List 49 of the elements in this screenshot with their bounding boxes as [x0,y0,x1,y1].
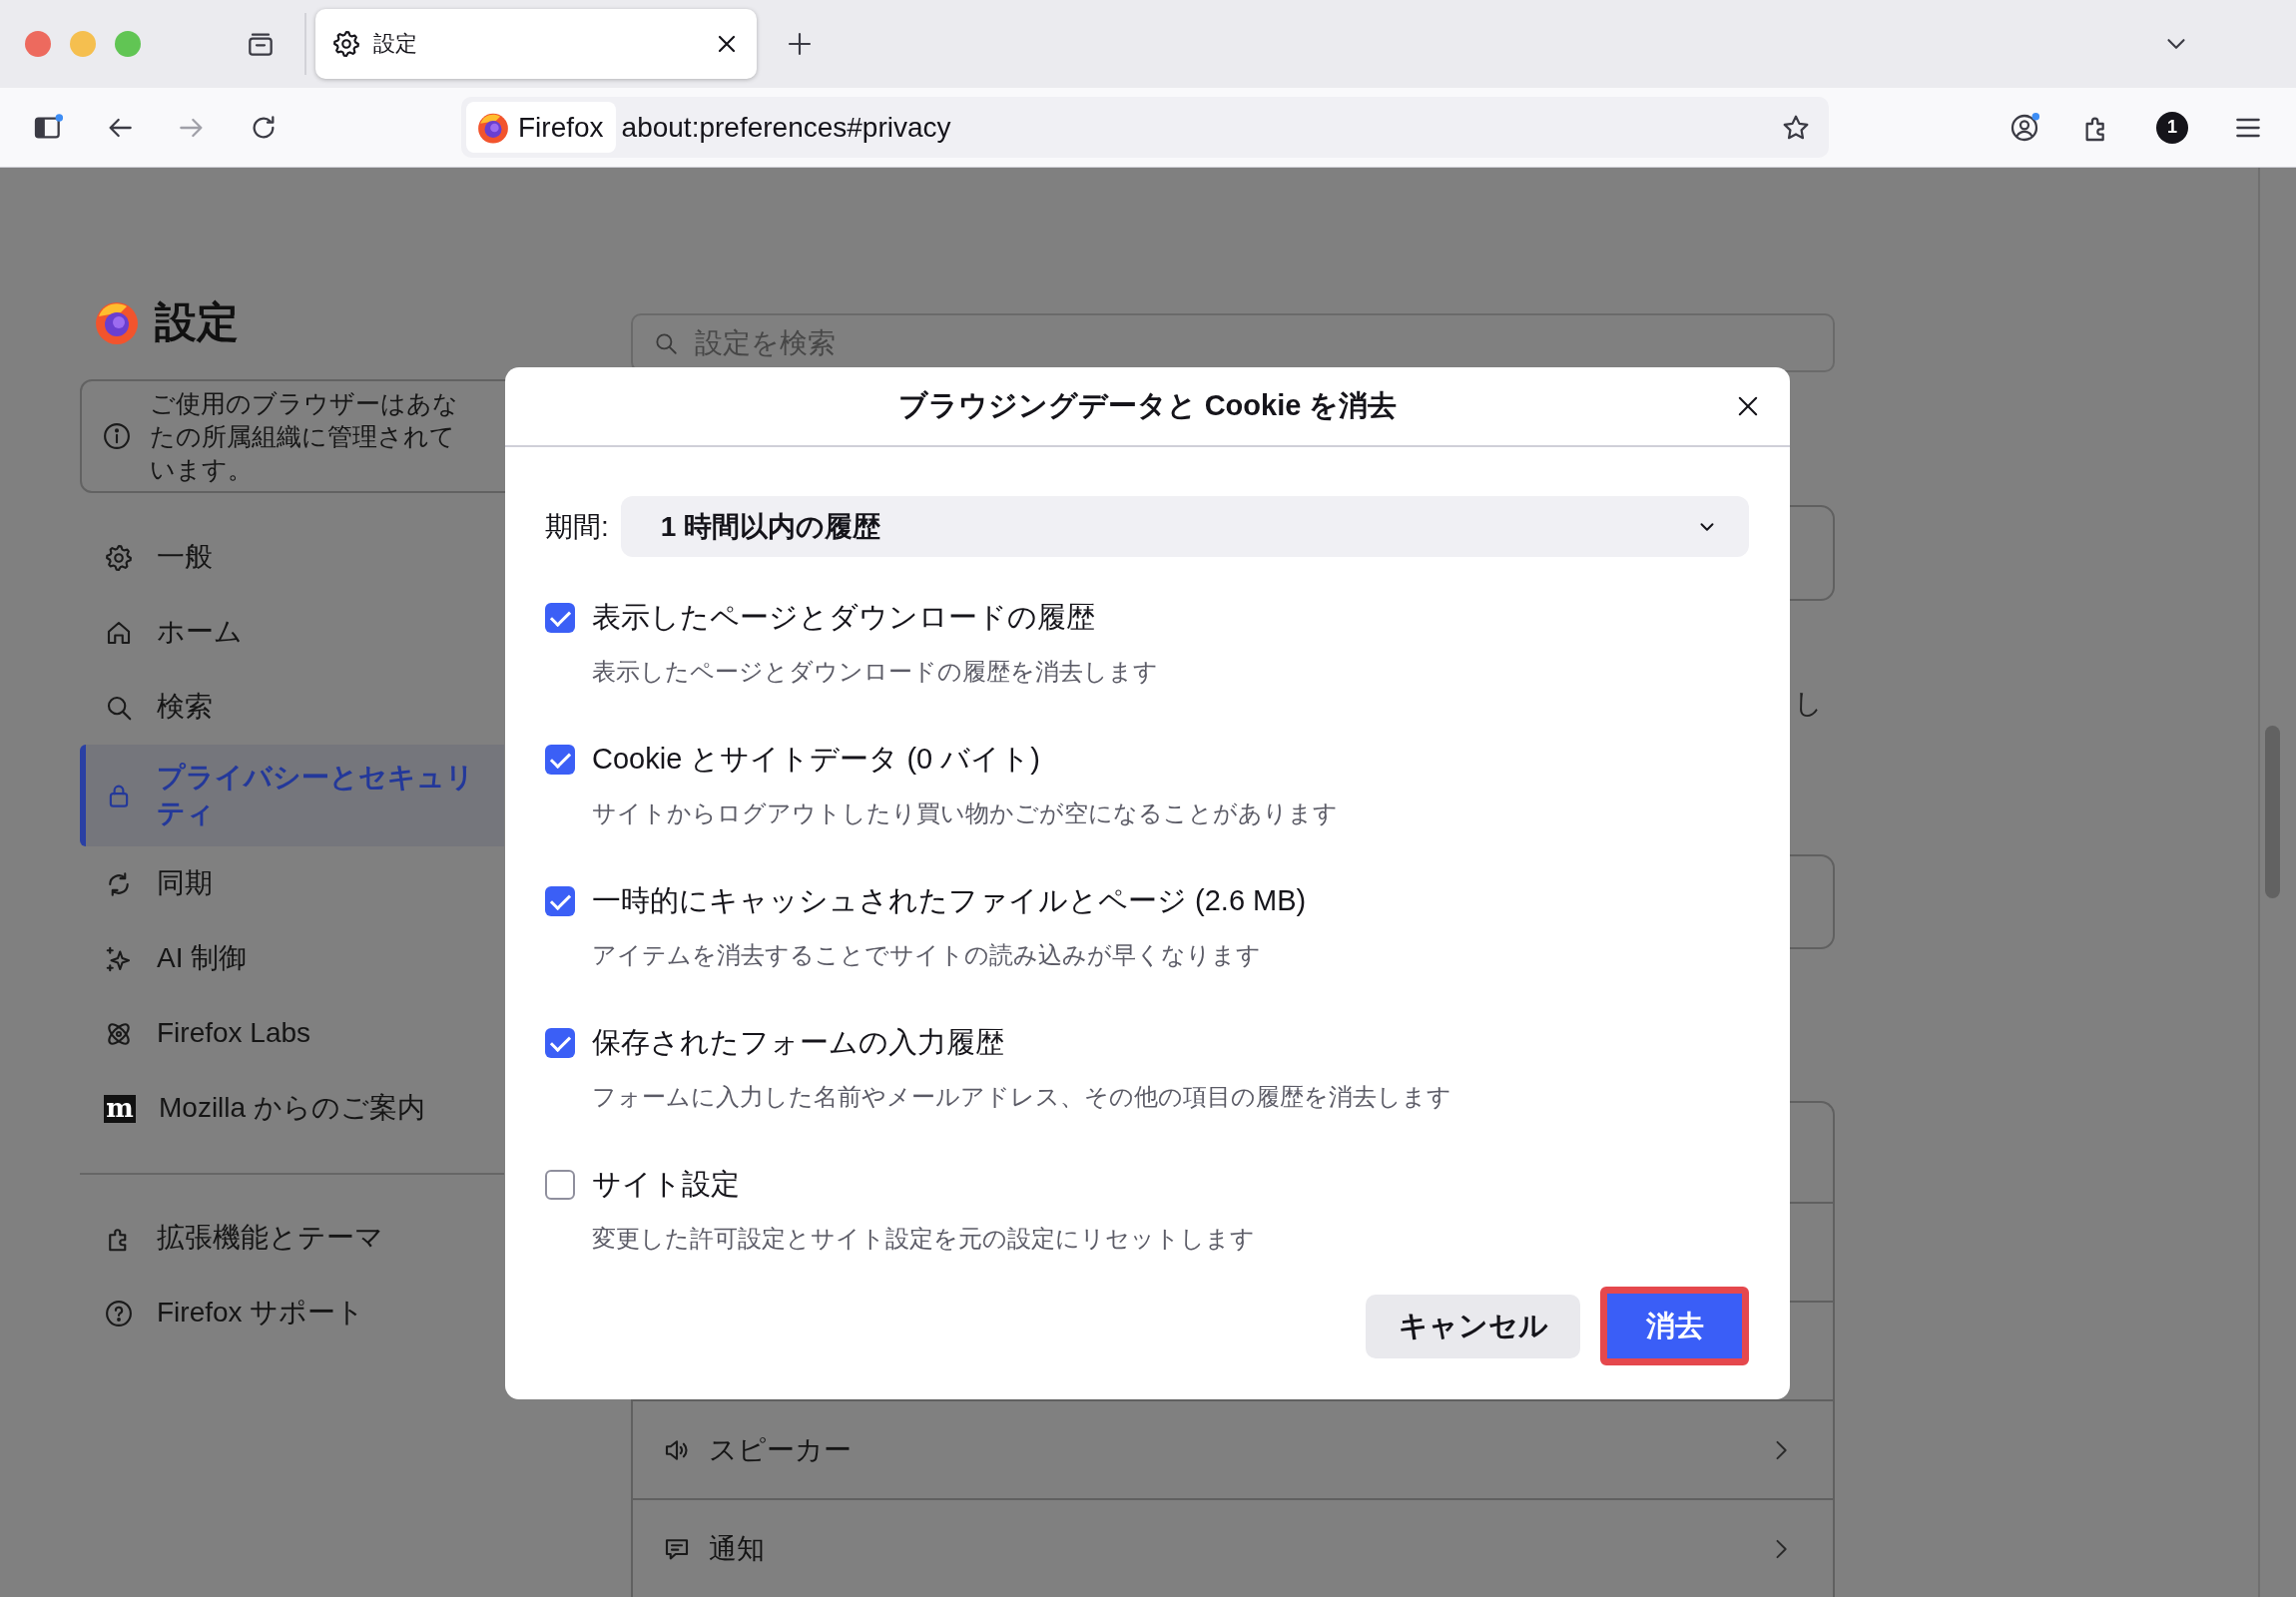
checkbox[interactable] [545,1170,575,1200]
checkbox[interactable] [545,745,575,775]
notice-text: ご使用のブラウザーはあなたの所属組織に管理されています。 [150,387,459,485]
tab[interactable]: 設定 [315,9,757,79]
checkbox[interactable] [545,886,575,916]
row-label: スピーカー [709,1432,852,1467]
scrollbar-thumb[interactable] [2265,726,2280,898]
option-label: 表示したページとダウンロードの履歴 [592,600,1095,635]
checkbox[interactable] [545,1028,575,1058]
sidebar-item[interactable]: AI 制御 [80,921,504,996]
sidebar-item[interactable]: 拡張機能とテーマ [80,1201,504,1276]
sidebar-item[interactable]: 検索 [80,670,504,745]
field-label: 期間: [545,509,609,544]
address-bar[interactable]: Firefox about:preferences#privacy [461,97,1829,158]
setting-text: し [1794,686,1823,719]
url-field[interactable]: about:preferences#privacy [621,111,1780,144]
period-dropdown[interactable]: 1 時間以内の履歴 [620,496,1749,557]
clear-button[interactable]: 消去 [1600,1287,1749,1365]
help-icon [104,1298,134,1329]
option-description: フォームに入力した名前やメールアドレス、その他の項目の履歴を消去します [591,1082,1452,1112]
checkbox[interactable] [545,603,575,633]
extension-button[interactable]: 1 [2156,111,2188,144]
info-icon [102,421,132,451]
option-description: サイトからログアウトしたり買い物かごが空になることがあります [591,798,1339,828]
option-description: 表示したページとダウンロードの履歴を消去します [591,657,1159,687]
settings-row[interactable]: 通知 [633,1498,1833,1597]
sidebar-item[interactable]: Firefox Labs [80,996,504,1071]
account-icon[interactable] [2009,111,2040,144]
identity-button[interactable]: Firefox [466,102,616,153]
sidebar-item[interactable]: ホーム [80,595,504,670]
cancel-button[interactable]: キャンセル [1366,1294,1580,1358]
gear-icon [104,542,134,573]
search-input[interactable]: 設定を検索 [695,326,1833,359]
close-window-button[interactable] [25,31,51,57]
letter-logo-icon: m [104,1094,136,1123]
option-label: 保存されたフォームの入力履歴 [592,1025,1004,1060]
sidebar-item[interactable]: 同期 [80,846,504,921]
option-description: アイテムを消去することでサイトの読み込みが早くなります [591,940,1262,970]
sidebar-item[interactable]: 一般 [80,520,504,595]
gear-icon [331,29,361,59]
option-description: 変更した許可設定とサイト設定を元の設定にリセットします [591,1224,1256,1254]
option-label: サイト設定 [592,1167,740,1202]
sidebar-item[interactable]: m Mozilla からのご案内 [80,1071,504,1146]
dialog-title: ブラウジングデータと Cookie を消去 [897,388,1398,423]
row-label: 通知 [709,1531,765,1566]
sidebar-item[interactable]: Firefox サポート [80,1276,504,1350]
option-label: 一時的にキャッシュされたファイルとページ (2.6 MB) [592,883,1307,918]
option-label: Cookie とサイトデータ (0 バイト) [592,742,1040,777]
page-title: 設定 [155,297,239,347]
